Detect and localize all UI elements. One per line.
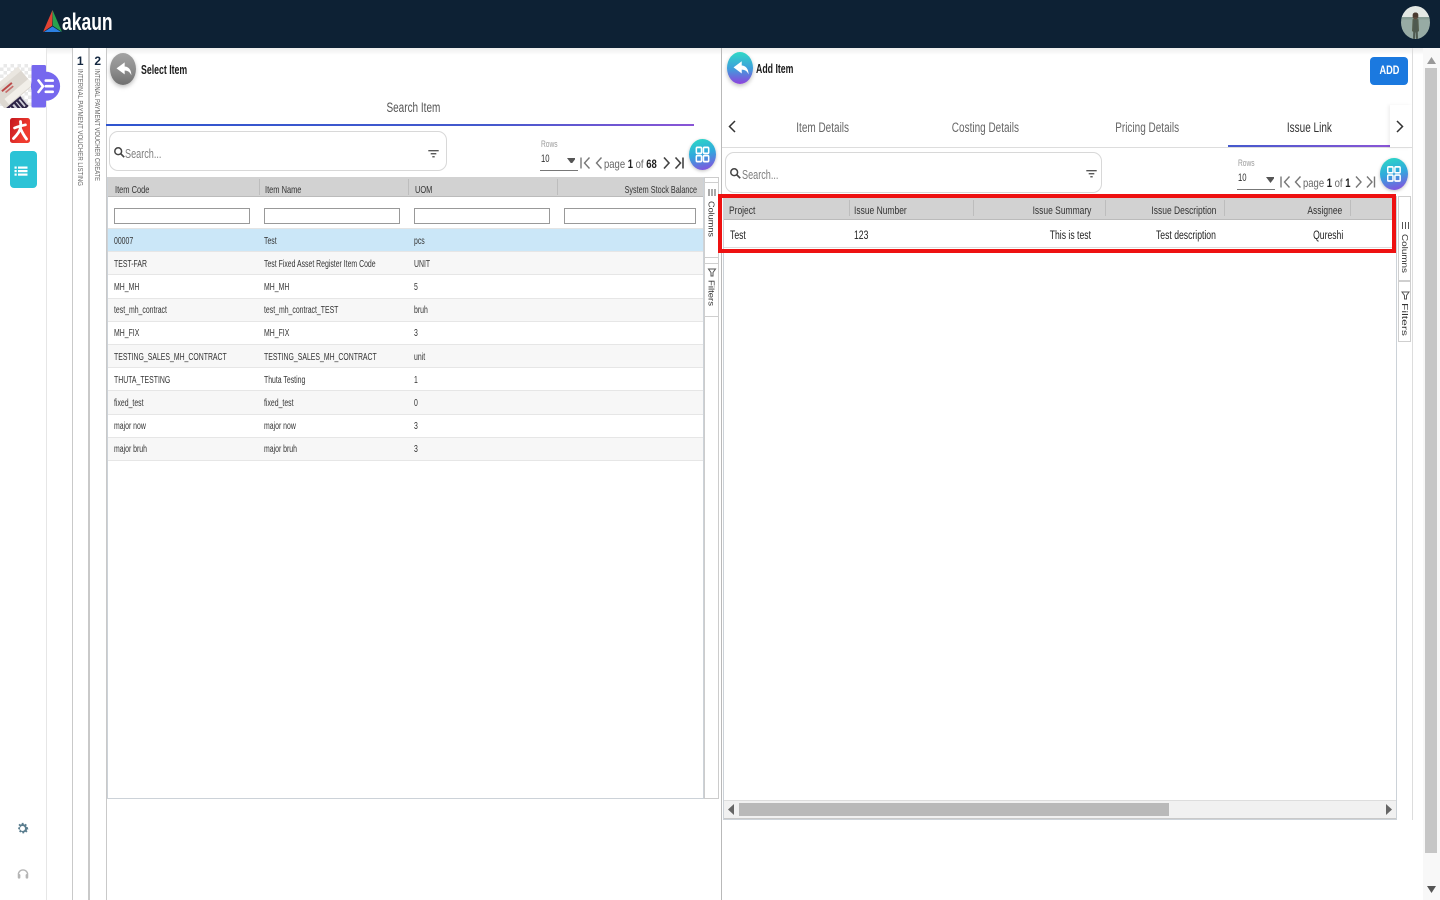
svg-text:Filters: Filters <box>1400 303 1409 336</box>
svg-text:INTERNAL PAYMENT VOUCHER LISTI: INTERNAL PAYMENT VOUCHER LISTING <box>76 69 83 186</box>
svg-text:Columns: Columns <box>707 201 716 237</box>
svg-text:Filters: Filters <box>707 280 716 306</box>
svg-text:Columns: Columns <box>1400 234 1409 273</box>
svg-text:INTERNAL PAYMENT VOUCHER CREAT: INTERNAL PAYMENT VOUCHER CREATE <box>93 69 100 181</box>
